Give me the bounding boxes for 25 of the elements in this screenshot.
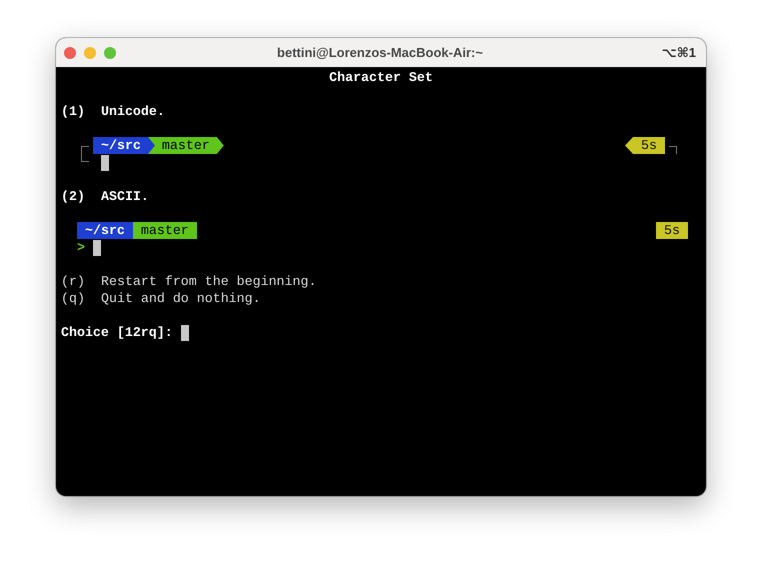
option-label: Restart from the beginning. [101, 273, 316, 290]
window-title: bettini@Lorenzos-MacBook-Air:~ [276, 45, 484, 60]
cursor [93, 240, 101, 256]
option-key: (q) [61, 290, 101, 307]
minimize-button[interactable] [84, 46, 96, 58]
zoom-button[interactable] [104, 46, 116, 58]
option-key: (2) [61, 188, 101, 205]
option-key: (1) [61, 103, 101, 120]
option-label: ASCII. [101, 188, 149, 205]
duration-segment: 5s [656, 222, 688, 239]
close-button[interactable] [64, 46, 76, 58]
branch-segment: master [132, 222, 197, 239]
prompt-symbol: > [77, 239, 86, 256]
choice-prompt: Choice [12rq]: [61, 324, 173, 341]
option-key: (r) [61, 273, 101, 290]
option-label: Quit and do nothing. [101, 290, 261, 307]
cursor [101, 154, 109, 170]
cursor [180, 325, 189, 341]
option-label: Unicode. [101, 103, 165, 120]
prompt-frame-line [669, 146, 677, 154]
screen-heading: Character Set [329, 69, 433, 86]
branch-segment: master [148, 137, 224, 154]
shortcut-label: ⌥⌘1 [660, 44, 696, 60]
duration-segment: 5s [625, 137, 665, 154]
directory-segment: ~/src [77, 222, 133, 239]
